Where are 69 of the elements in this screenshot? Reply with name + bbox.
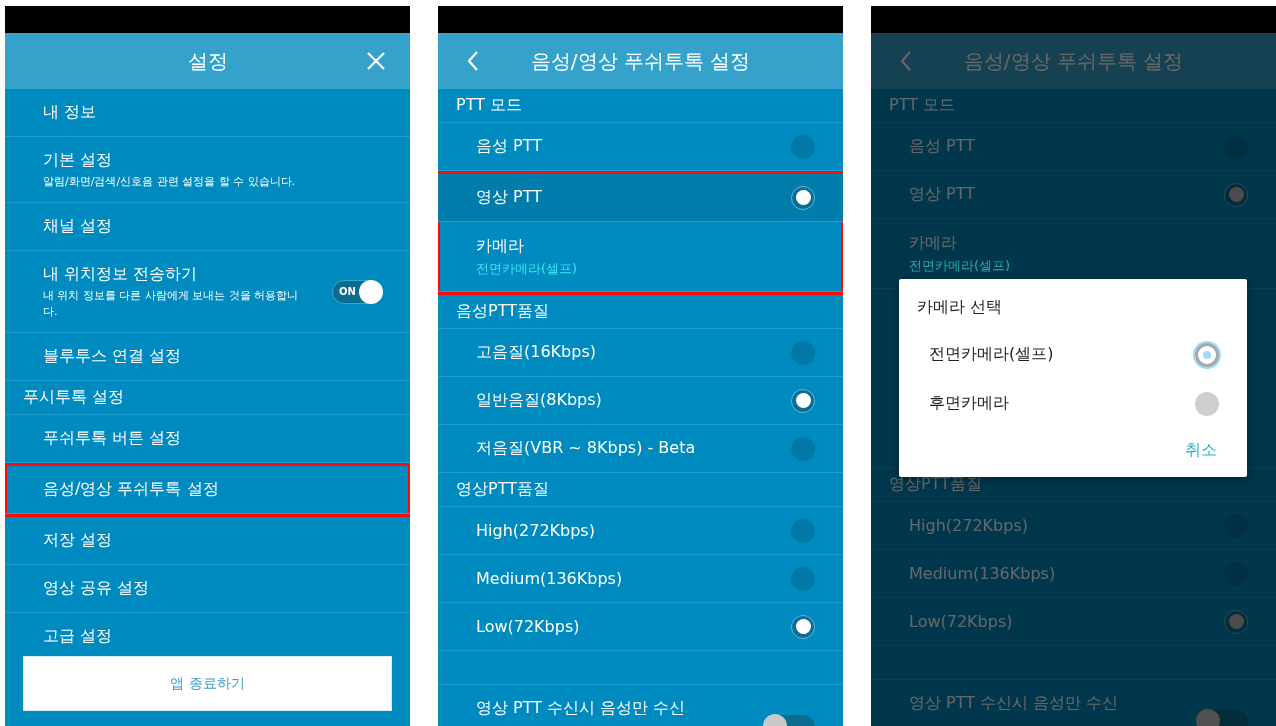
dialog-option[interactable]: 후면카메라: [917, 379, 1219, 428]
radio-button[interactable]: [791, 185, 815, 210]
screen-title: 음성/영상 푸쉬투톡 설정: [529, 47, 752, 75]
item-label: 카메라: [476, 235, 525, 257]
list-item[interactable]: 블루투스 연결 설정: [5, 333, 410, 381]
section-header: 푸시투톡 설정: [23, 387, 125, 408]
section-header: 영상PTT품질: [889, 474, 982, 495]
item-label: 채널 설정: [43, 216, 113, 237]
radio-option[interactable]: 고음질(16Kbps): [438, 329, 843, 377]
radio-button[interactable]: [1195, 342, 1219, 367]
radio-button[interactable]: [791, 134, 815, 159]
setting-label: 영상 PTT 수신시 음성만 수신: [476, 698, 686, 719]
exit-button[interactable]: 앱 종료하기: [23, 656, 392, 711]
item-value: 전면카메라(셀프): [476, 259, 578, 278]
radio-option[interactable]: 영상 PTT: [438, 174, 843, 222]
list-item[interactable]: 내 정보: [5, 89, 410, 137]
setting-label: 내 위치정보 전송하기: [43, 263, 199, 285]
list-item[interactable]: 저장 설정: [5, 517, 410, 565]
item-label: 고급 설정: [43, 626, 113, 647]
cancel-button[interactable]: 취소: [1183, 436, 1219, 465]
radio-option[interactable]: Low(72Kbps): [438, 603, 843, 651]
section-header: 음성PTT품질: [456, 301, 549, 322]
item-description: 알림/화면/검색/신호음 관련 설정을 할 수 있습니다.: [43, 173, 296, 190]
item-label: 내 정보: [43, 102, 97, 123]
toggle-switch[interactable]: [1198, 709, 1248, 726]
close-icon[interactable]: [366, 51, 386, 71]
list-item[interactable]: 푸쉬투톡 버튼 설정: [5, 415, 410, 463]
radio-option[interactable]: 저음질(VBR ~ 8Kbps) - Beta: [438, 425, 843, 473]
radio-button[interactable]: [1224, 609, 1248, 634]
radio-button[interactable]: [791, 518, 815, 543]
item-label: 영상 공유 설정: [43, 578, 150, 599]
radio-button[interactable]: [791, 566, 815, 591]
item-label: 음성/영상 푸쉬투톡 설정: [43, 479, 219, 500]
section-header: PTT 모드: [456, 95, 522, 116]
item-label: 저장 설정: [43, 530, 113, 551]
list-item[interactable]: 채널 설정: [5, 203, 410, 251]
radio-option[interactable]: Medium(136Kbps): [438, 555, 843, 603]
radio-button[interactable]: [791, 614, 815, 639]
dialog-option[interactable]: 전면카메라(셀프): [917, 330, 1219, 379]
item-label: 푸쉬투톡 버튼 설정: [43, 428, 182, 449]
radio-option[interactable]: 음성 PTT: [871, 123, 1276, 171]
toggle-switch[interactable]: ON: [332, 279, 382, 304]
setting-label: 영상 PTT 수신시 음성만 수신: [909, 693, 1119, 714]
radio-button[interactable]: [1224, 182, 1248, 207]
list-item[interactable]: 음성/영상 푸쉬투톡 설정: [5, 466, 410, 514]
item-label: 블루투스 연결 설정: [43, 346, 182, 367]
item-label: 기본 설정: [43, 149, 114, 171]
radio-option[interactable]: Medium(136Kbps): [871, 550, 1276, 598]
list-item[interactable]: 영상 공유 설정: [5, 565, 410, 613]
radio-button[interactable]: [1195, 391, 1219, 416]
section-header: PTT 모드: [889, 95, 955, 116]
section-header: 영상PTT품질: [456, 479, 549, 500]
radio-button[interactable]: [791, 436, 815, 461]
radio-option[interactable]: High(272Kbps): [438, 507, 843, 555]
screen-title: 음성/영상 푸쉬투톡 설정: [962, 47, 1185, 75]
radio-button[interactable]: [791, 388, 815, 413]
setting-description: 내 위치 정보를 다른 사람에게 보내는 것을 허용합니다.: [43, 287, 300, 320]
radio-button[interactable]: [791, 340, 815, 365]
screen-title: 설정: [186, 47, 229, 75]
list-item[interactable]: 카메라 전면카메라(셀프): [438, 222, 843, 292]
radio-option[interactable]: Low(72Kbps): [871, 598, 1276, 646]
list-item[interactable]: 기본 설정 알림/화면/검색/신호음 관련 설정을 할 수 있습니다.: [5, 137, 410, 203]
item-value: 전면카메라(셀프): [909, 256, 1011, 275]
radio-option[interactable]: 음성 PTT: [438, 123, 843, 171]
item-label: 카메라: [909, 232, 958, 254]
dialog-title: 카메라 선택: [917, 297, 1004, 318]
radio-option[interactable]: 일반음질(8Kbps): [438, 377, 843, 425]
radio-option[interactable]: High(272Kbps): [871, 502, 1276, 550]
radio-option[interactable]: 영상 PTT: [871, 171, 1276, 219]
